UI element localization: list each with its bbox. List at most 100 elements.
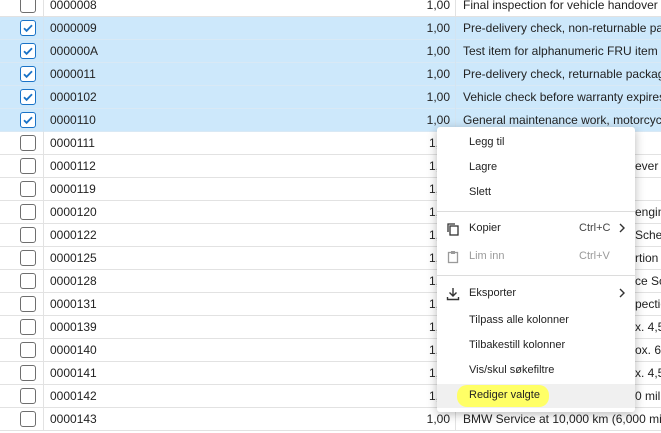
item-description: Pre-delivery check, returnable packag — [463, 67, 661, 81]
checkbox[interactable] — [20, 135, 36, 151]
menu-label: Eksporter — [469, 287, 517, 299]
column-divider — [455, 63, 456, 86]
table-row[interactable]: 0000011 1,00 Pre-delivery check, returnabl… — [0, 63, 661, 86]
checkbox-checked[interactable] — [20, 66, 36, 82]
copy-icon — [446, 222, 460, 239]
menu-item-autosize-columns[interactable]: Tilpass alle kolonner — [437, 309, 635, 333]
shortcut-label: Ctrl+C — [579, 222, 611, 234]
menu-item-add[interactable]: Legg til — [437, 131, 635, 155]
checkbox[interactable] — [20, 273, 36, 289]
item-code: 0000142 — [50, 389, 97, 403]
item-code: 0000128 — [50, 274, 97, 288]
menu-item-toggle-filters[interactable]: Vis/skul søkefiltre — [437, 359, 635, 383]
menu-item-edit-selected[interactable]: Rediger valgte — [437, 384, 635, 408]
checkbox[interactable] — [20, 0, 36, 13]
item-description: Final inspection for vehicle handover — [463, 0, 658, 12]
menu-label: Slett — [469, 186, 492, 198]
download-icon — [446, 287, 460, 304]
menu-label: Lagre — [469, 161, 498, 173]
menu-label: Legg til — [469, 136, 505, 148]
table-row[interactable]: 0000102 1,00 Vehicle check before warranty… — [0, 86, 661, 109]
item-code: 000000A — [50, 44, 99, 58]
checkbox-checked[interactable] — [20, 112, 36, 128]
checkbox[interactable] — [20, 158, 36, 174]
column-divider — [455, 40, 456, 63]
item-description: Vehicle check before warranty expires — [463, 90, 661, 104]
checkmark-icon — [23, 116, 33, 125]
menu-item-save[interactable]: Lagre — [437, 156, 635, 180]
checkbox-checked[interactable] — [20, 89, 36, 105]
item-description: x. 4,5 — [635, 366, 661, 380]
checkbox[interactable] — [20, 227, 36, 243]
item-description: engin — [635, 205, 661, 219]
checkmark-icon — [23, 24, 33, 33]
item-description: ox. 6 — [635, 343, 661, 357]
item-description: Test item for alphanumeric FRU item — [463, 44, 658, 58]
column-divider — [43, 17, 44, 40]
checkbox[interactable] — [20, 365, 36, 381]
column-divider — [43, 0, 44, 17]
column-divider — [43, 385, 44, 408]
column-divider — [43, 63, 44, 86]
column-divider — [455, 0, 456, 17]
menu-item-export[interactable]: Eksporter — [437, 282, 635, 306]
item-quantity: 1,00 — [426, 0, 450, 12]
table-row[interactable]: 000000A 1,00 Test item for alphanumeric FR… — [0, 40, 661, 63]
checkbox-checked[interactable] — [20, 43, 36, 59]
menu-divider — [437, 211, 635, 212]
item-code: 0000141 — [50, 366, 97, 380]
menu-divider — [437, 275, 635, 276]
menu-item-copy[interactable]: Kopier Ctrl+C — [437, 217, 635, 241]
checkbox-checked[interactable] — [20, 20, 36, 36]
item-description: ever — [635, 159, 659, 173]
checkbox[interactable] — [20, 342, 36, 358]
item-description: ce Sc — [635, 274, 661, 288]
item-description: Sche — [635, 228, 661, 242]
table-row[interactable]: 0000009 1,00 Pre-delivery check, non-retur… — [0, 17, 661, 40]
menu-item-reset-columns[interactable]: Tilbakestill kolonner — [437, 334, 635, 358]
column-divider — [43, 270, 44, 293]
shortcut-label: Ctrl+V — [579, 250, 610, 262]
item-quantity: 1,00 — [426, 21, 450, 35]
menu-item-delete[interactable]: Slett — [437, 181, 635, 205]
checkbox[interactable] — [20, 319, 36, 335]
item-description: x. 4,5 — [635, 320, 661, 334]
column-divider — [43, 339, 44, 362]
column-divider — [43, 86, 44, 109]
checkbox[interactable] — [20, 296, 36, 312]
column-divider — [43, 155, 44, 178]
checkbox[interactable] — [20, 388, 36, 404]
column-divider — [455, 17, 456, 40]
item-code: 0000140 — [50, 343, 97, 357]
checkbox[interactable] — [20, 250, 36, 266]
column-divider — [43, 40, 44, 63]
checkbox[interactable] — [20, 204, 36, 220]
chevron-right-icon — [618, 222, 626, 237]
column-divider — [455, 86, 456, 109]
table-row[interactable]: 0000008 1,00 Final inspection for vehicle … — [0, 0, 661, 17]
item-description: rtion ( — [635, 251, 661, 265]
column-divider — [43, 362, 44, 385]
column-divider — [43, 293, 44, 316]
item-description: pectio — [635, 297, 661, 311]
paste-icon — [446, 250, 460, 267]
menu-label: Rediger valgte — [469, 389, 540, 401]
column-divider — [43, 247, 44, 270]
item-quantity: 1,00 — [426, 67, 450, 81]
column-divider — [43, 408, 44, 431]
checkbox[interactable] — [20, 181, 36, 197]
chevron-right-icon — [618, 287, 626, 302]
column-divider — [43, 178, 44, 201]
context-menu: Legg til Lagre Slett Kopier Ctrl+C Lim i… — [437, 127, 635, 412]
item-code: 0000122 — [50, 228, 97, 242]
item-code: 0000120 — [50, 205, 97, 219]
checkmark-icon — [23, 47, 33, 56]
item-quantity: 1,00 — [426, 90, 450, 104]
item-code: 0000009 — [50, 21, 97, 35]
item-code: 0000111 — [50, 136, 95, 150]
item-code: 0000112 — [50, 159, 96, 173]
checkbox[interactable] — [20, 411, 36, 427]
item-description: BMW Service at 10,000 km (6,000 mil — [463, 412, 661, 426]
checkmark-icon — [23, 70, 33, 79]
item-code: 0000143 — [50, 412, 97, 426]
